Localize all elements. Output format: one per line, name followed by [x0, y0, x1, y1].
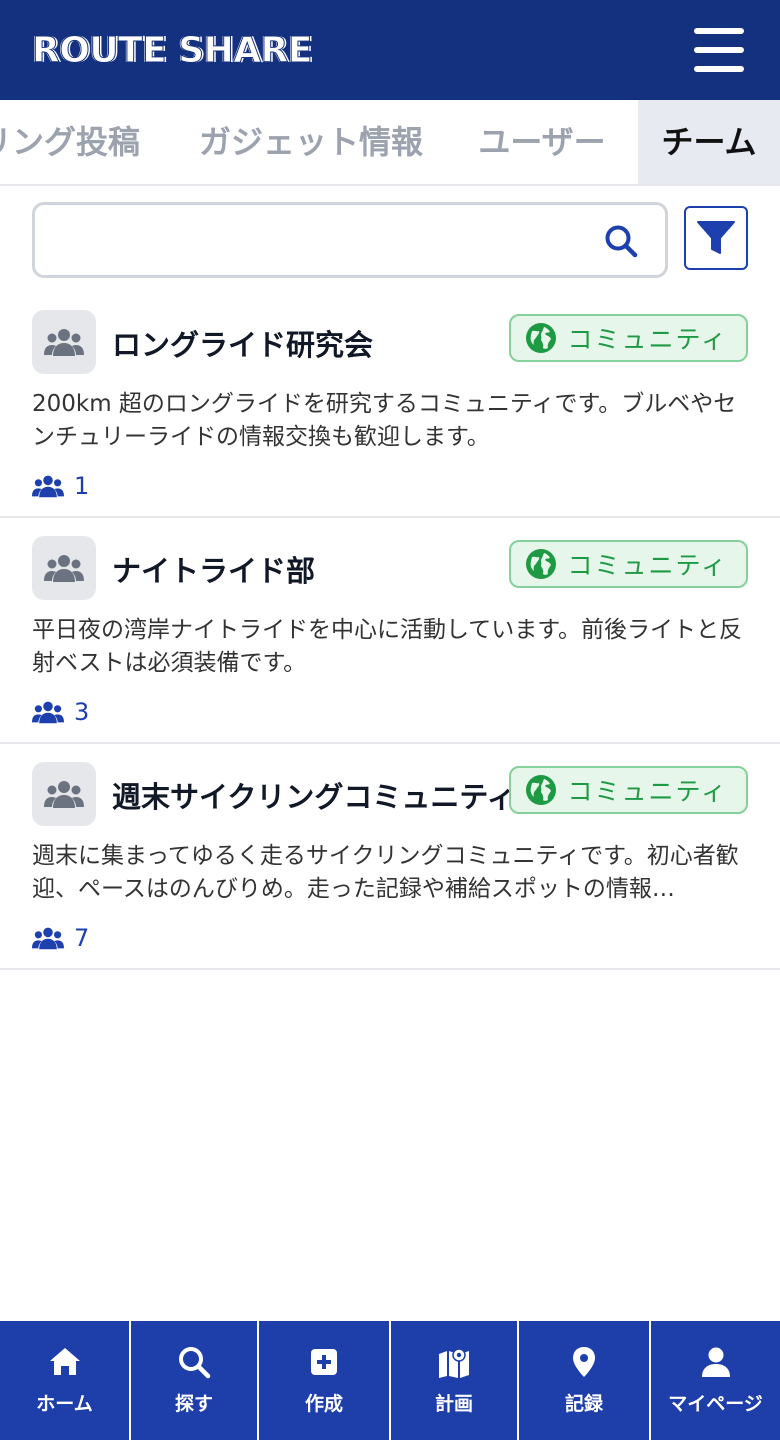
tab-teams[interactable]: チーム [638, 100, 780, 184]
team-description: 平日夜の湾岸ナイトライドを中心に活動しています。前後ライトと反射ベストは必須装備… [32, 617, 743, 676]
nav-home[interactable]: ホーム [0, 1321, 131, 1440]
filter-icon [697, 221, 735, 254]
nav-label: 作成 [304, 1393, 343, 1415]
nav-mypage[interactable]: マイページ [651, 1321, 780, 1440]
map-pin-icon [573, 1347, 595, 1377]
app-logo[interactable]: ROUTE SHARE [32, 29, 313, 71]
nav-label: ホーム [36, 1393, 93, 1415]
member-count: 3 [32, 698, 89, 726]
globe-icon [526, 323, 557, 353]
nav-label: マイページ [668, 1393, 763, 1415]
users-icon [44, 555, 84, 582]
team-avatar [32, 762, 96, 826]
members-icon [32, 701, 64, 724]
tab-gadget-info[interactable]: ガジェット情報 [186, 100, 436, 184]
nav-label: 探す [174, 1393, 213, 1415]
globe-icon [526, 775, 557, 805]
member-count: 1 [32, 472, 89, 500]
menu-icon [694, 28, 744, 34]
nav-record[interactable]: 記録 [519, 1321, 651, 1440]
team-list: ロングライド研究会 コミュニティ 200km 超のロングライドを研究するコミュニ… [0, 292, 780, 970]
app-header: ROUTE SHARE [0, 0, 780, 100]
search-icon[interactable] [603, 223, 639, 259]
search-box [32, 202, 668, 278]
filter-button[interactable] [684, 206, 748, 270]
search-input[interactable] [49, 215, 589, 265]
team-description: 週末に集まってゆるく走るサイクリングコミュニティです。初心者歓迎、ペースはのんび… [32, 843, 739, 902]
members-icon [32, 927, 64, 950]
team-card[interactable]: 週末サイクリングコミュニティ コミュニティ 週末に集まってゆるく走るサイクリング… [0, 744, 780, 970]
badge-label: コミュニティ [567, 551, 728, 580]
nav-create[interactable]: 作成 [259, 1321, 391, 1440]
team-name[interactable]: ロングライド研究会 [112, 322, 373, 364]
badge-label: コミュニティ [567, 325, 728, 354]
community-badge: コミュニティ [509, 540, 748, 588]
members-icon [32, 475, 64, 498]
map-icon [439, 1348, 469, 1378]
user-icon [701, 1347, 730, 1377]
team-avatar [32, 310, 96, 374]
member-count-value: 3 [74, 698, 90, 726]
tab-ring-posts[interactable]: リング投稿 [0, 100, 160, 184]
member-count-value: 1 [74, 472, 90, 500]
member-count: 7 [32, 924, 89, 952]
team-avatar [32, 536, 96, 600]
search-row [32, 202, 748, 278]
nav-label: 記録 [564, 1393, 603, 1415]
users-icon [44, 781, 84, 808]
home-icon [49, 1348, 80, 1375]
bottom-nav: ホーム 探す 作成 計画 記録 マイページ [0, 1321, 780, 1440]
team-name[interactable]: ナイトライド部 [112, 548, 315, 590]
badge-label: コミュニティ [567, 777, 728, 806]
member-count-value: 7 [74, 924, 90, 952]
nav-search[interactable]: 探す [131, 1321, 259, 1440]
category-tabs: リング投稿 ガジェット情報 ユーザー チーム [0, 100, 780, 186]
tab-users[interactable]: ユーザー [462, 100, 622, 184]
team-card[interactable]: ナイトライド部 コミュニティ 平日夜の湾岸ナイトライドを中心に活動しています。前… [0, 518, 780, 744]
search-icon [179, 1347, 211, 1379]
users-icon [44, 329, 84, 356]
team-name[interactable]: 週末サイクリングコミュニティ [112, 774, 516, 816]
nav-label: 計画 [434, 1393, 473, 1415]
nav-plan[interactable]: 計画 [391, 1321, 519, 1440]
globe-icon [526, 549, 557, 579]
community-badge: コミュニティ [509, 314, 748, 362]
plus-square-icon [311, 1349, 337, 1375]
hamburger-menu-button[interactable] [694, 28, 744, 72]
community-badge: コミュニティ [509, 766, 748, 814]
team-card[interactable]: ロングライド研究会 コミュニティ 200km 超のロングライドを研究するコミュニ… [0, 292, 780, 518]
team-description: 200km 超のロングライドを研究するコミュニティです。ブルベやセンチュリーライ… [32, 391, 737, 450]
